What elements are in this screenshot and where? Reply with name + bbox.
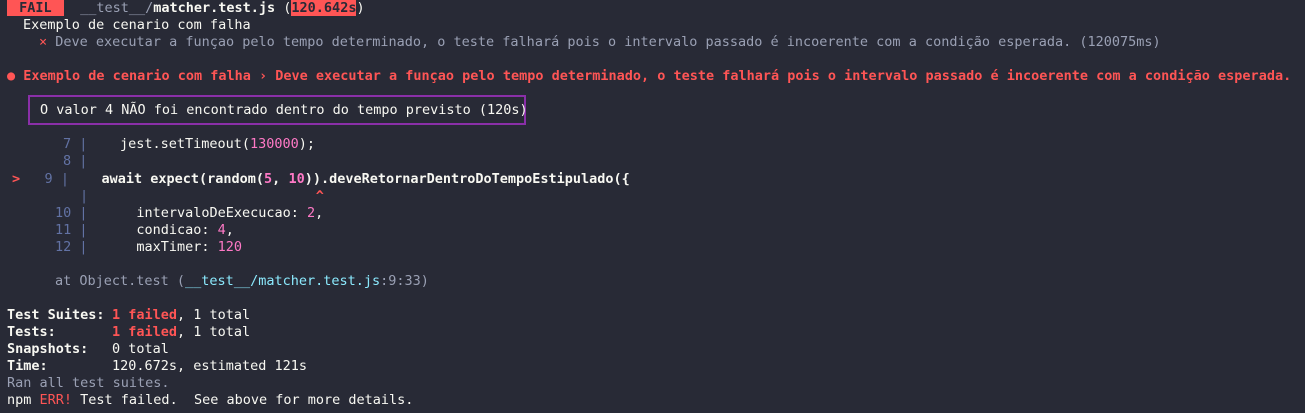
error-message: O valor 4 NÃO foi encontrado dentro do t… (40, 102, 528, 118)
failed-test-title: Deve executar a funçao pelo tempo determ… (55, 34, 1161, 50)
code-text: await expect(random( (101, 171, 265, 187)
summary-total: , 1 total (177, 324, 251, 340)
gutter-pipe: | (79, 153, 88, 169)
caret-icon: ^ (315, 188, 324, 204)
code-number: 5 (264, 171, 273, 187)
line-number: 8 (63, 153, 72, 169)
code-number: 120 (217, 239, 242, 255)
code-text: , (225, 222, 234, 238)
summary-failed: 1 failed (112, 324, 178, 340)
summary-value: 0 total (112, 341, 169, 357)
gutter-pipe: | (60, 171, 69, 187)
line-number: 12 (55, 239, 72, 255)
file-path-prefix: __test__/ (80, 0, 154, 16)
code-text: jest.setTimeout( (119, 136, 250, 152)
summary-label: Time: (7, 358, 48, 374)
line-number: 11 (55, 222, 72, 238)
code-text: )).deveRetornarDentroDoTempoEstipulado({ (304, 171, 630, 187)
npm-error-line: npm ERR! Test failed. See above for more… (7, 392, 413, 409)
summary-label: Test Suites: (7, 307, 105, 323)
code-text: ); (298, 136, 316, 152)
summary-snapshots: Snapshots: 0 total (7, 341, 169, 358)
summary-label: Snapshots: (7, 341, 89, 357)
error-line-marker-icon: > (12, 171, 21, 187)
code-number: 10 (288, 171, 305, 187)
stack-file-link[interactable]: __test__/matcher.test.js (185, 273, 380, 289)
stack-location: :9:33 (380, 273, 421, 289)
line-number: 9 (44, 171, 53, 187)
gutter-pipe: | (79, 239, 88, 255)
code-line-11: 11 | condicao: 4, (55, 222, 234, 239)
code-text: , (272, 171, 289, 187)
code-text: maxTimer: (136, 239, 218, 255)
npm-err-label: ERR! (39, 392, 73, 408)
stack-trace-line: at Object.test (__test__/matcher.test.js… (55, 273, 429, 290)
summary-total: , 1 total (177, 307, 251, 323)
code-line-9: > 9 | await expect(random(5, 10)).deveRe… (12, 171, 630, 188)
code-text: intervaloDeExecucao: (136, 205, 308, 221)
npm-message: Test failed. See above for more details. (72, 392, 414, 408)
summary-suites: Test Suites: 1 failed, 1 total (7, 307, 250, 324)
line-number: 10 (55, 205, 72, 221)
file-name: matcher.test.js (153, 0, 276, 16)
code-text: condicao: (136, 222, 218, 238)
bullet-icon: ● (7, 68, 16, 84)
stack-suffix: ) (420, 273, 429, 289)
fail-badge: FAIL (7, 0, 64, 16)
gutter-pipe: | (79, 222, 88, 238)
duration-badge: 120.642s (291, 0, 357, 16)
suite-name: Exemplo de cenario com falha (23, 17, 251, 33)
failure-title: Exemplo de cenario com falha › Deve exec… (23, 68, 1292, 84)
ran-all-suites: Ran all test suites. (7, 375, 170, 391)
code-number: 130000 (249, 136, 299, 152)
summary-tests: Tests: 1 failed, 1 total (7, 324, 250, 341)
code-number: 2 (307, 205, 316, 221)
code-line-10: 10 | intervaloDeExecucao: 2, (55, 205, 323, 222)
code-line-12: 12 | maxTimer: 120 (55, 239, 242, 256)
code-text: , (315, 205, 324, 221)
failure-title-line: ● Exemplo de cenario com falha › Deve ex… (7, 68, 1291, 85)
summary-failed: 1 failed (112, 307, 178, 323)
summary-label: Tests: (7, 324, 56, 340)
summary-value: 120.672s, estimated 121s (112, 358, 308, 374)
caret-line: | ^ (80, 188, 324, 205)
gutter-pipe: | (80, 188, 89, 204)
code-number: 4 (217, 222, 226, 238)
code-line-7: 7 | jest.setTimeout(130000); (63, 136, 315, 153)
fail-x-icon: × (39, 34, 48, 50)
line-number: 7 (63, 136, 72, 152)
test-file-header: FAIL __test__/matcher.test.js (120.642s) (7, 0, 365, 17)
failed-test-line: × Deve executar a funçao pelo tempo dete… (39, 34, 1161, 51)
gutter-pipe: | (79, 205, 88, 221)
code-line-8: 8 | (63, 153, 87, 170)
stack-prefix: at Object.test ( (55, 273, 186, 289)
summary-time: Time: 120.672s, estimated 121s (7, 358, 307, 375)
gutter-pipe: | (79, 136, 88, 152)
npm-prefix: npm (7, 392, 40, 408)
paren-close: ) (356, 0, 365, 16)
